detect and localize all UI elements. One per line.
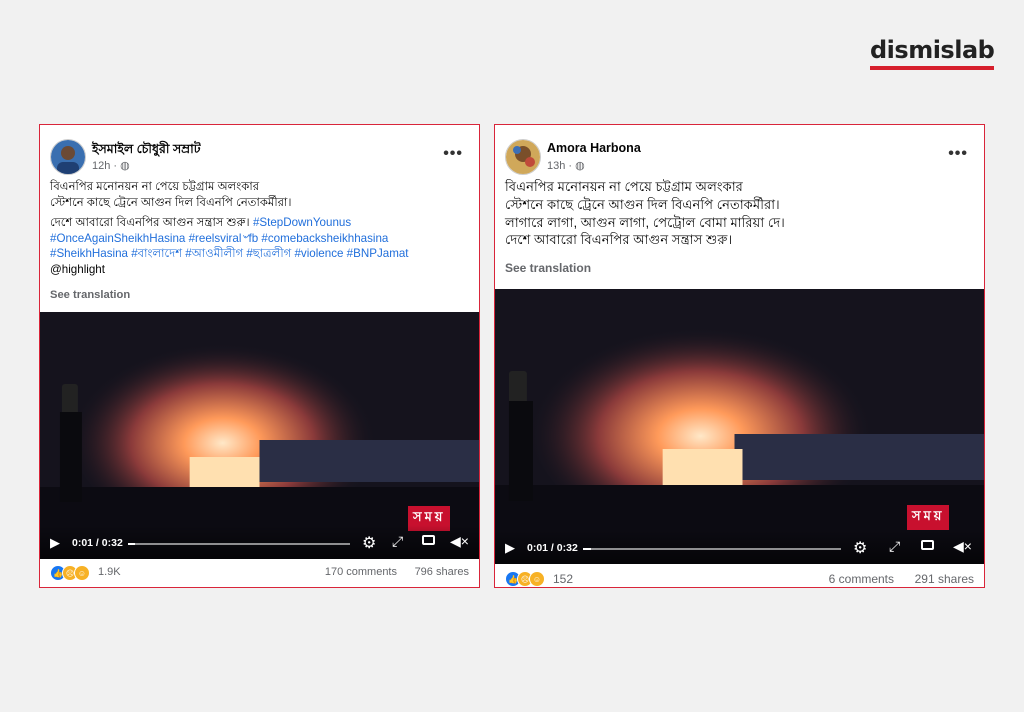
author-name[interactable]: ইসমাইল চৌধুরী সম্রাট — [92, 141, 201, 161]
reaction-count[interactable]: 1.9K — [98, 566, 121, 578]
video-progress-bar[interactable] — [128, 543, 350, 545]
shares-count[interactable]: 291 shares — [915, 572, 974, 586]
fullscreen-icon[interactable]: ⤢ — [392, 533, 403, 550]
video-time: 0:01 / 0:32 — [527, 542, 578, 554]
pip-icon[interactable] — [422, 535, 435, 545]
text-line: স্টেশনে কাছে ট্রেনে আগুন দিল বিএনপি নেতা… — [50, 195, 292, 209]
post-header: Amora Harbona 13h · ◍ ••• — [505, 139, 974, 175]
volume-icon[interactable]: ◀× — [953, 538, 972, 555]
settings-icon[interactable]: ⚙ — [853, 538, 867, 558]
haha-icon: ☺ — [529, 571, 545, 587]
time-label: 12h — [92, 160, 111, 172]
pip-icon[interactable] — [921, 540, 934, 550]
haha-icon: ☺ — [74, 565, 90, 581]
reaction-count[interactable]: 152 — [553, 572, 573, 586]
time-label: 13h — [547, 160, 566, 172]
see-translation-link[interactable]: See translation — [505, 261, 591, 275]
video-progress-fill — [128, 543, 135, 545]
globe-icon: ◍ — [575, 160, 585, 172]
text-line: বিএনপির মনোনয়ন না পেয়ে চট্টগ্রাম অলংকা… — [505, 179, 743, 194]
post-text: বিএনপির মনোনয়ন না পেয়ে চট্টগ্রাম অলংকা… — [50, 179, 469, 277]
facebook-post-1: ইসমাইল চৌধুরী সম্রাট 12h · ◍ ••• বিএনপির… — [39, 124, 480, 588]
more-options-button[interactable]: ••• — [443, 145, 463, 163]
more-options-button[interactable]: ••• — [948, 145, 968, 163]
video-player[interactable]: সময় ▶ 0:01 / 0:32 ⚙ ⤢ ◀× — [40, 312, 479, 559]
post-header: ইসমাইল চৌধুরী সম্রাট 12h · ◍ ••• — [50, 139, 469, 175]
globe-icon: ◍ — [120, 160, 130, 172]
logo-underline — [870, 66, 994, 70]
video-controls: ▶ 0:01 / 0:32 ⚙ ⤢ ◀× — [40, 525, 479, 559]
text-fragment: দেশে আবারো বিএনপির আগুন সন্ত্রাস শুরু। — [50, 216, 253, 229]
shares-count[interactable]: 796 shares — [415, 566, 469, 578]
post-text: বিএনপির মনোনয়ন না পেয়ে চট্টগ্রাম অলংকা… — [505, 178, 974, 249]
text-line: দেশে আবারো বিএনপির আগুন সন্ত্রাস শুরু। #… — [50, 215, 469, 231]
channel-watermark: সময় — [907, 505, 950, 530]
video-controls: ▶ 0:01 / 0:32 ⚙ ⤢ ◀× — [495, 530, 984, 564]
hashtag-link[interactable]: #StepDownYounus — [253, 216, 351, 229]
video-player[interactable]: সময় ▶ 0:01 / 0:32 ⚙ ⤢ ◀× — [495, 289, 984, 564]
video-progress-bar[interactable] — [583, 548, 841, 550]
post-time[interactable]: 13h · ◍ — [547, 159, 585, 172]
video-progress-fill — [583, 548, 591, 550]
mention-link[interactable]: @highlight — [50, 262, 469, 278]
video-time: 0:01 / 0:32 — [72, 537, 123, 549]
logo-text: dismislab — [870, 36, 995, 64]
play-icon[interactable]: ▶ — [50, 535, 60, 551]
volume-icon[interactable]: ◀× — [450, 533, 469, 550]
facebook-post-2: Amora Harbona 13h · ◍ ••• বিএনপির মনোনয়… — [494, 124, 985, 588]
hashtag-links[interactable]: #SheikhHasina #বাংলাদেশ #আওমীলীগ #ছাত্রল… — [50, 246, 469, 262]
settings-icon[interactable]: ⚙ — [362, 533, 376, 553]
fullscreen-icon[interactable]: ⤢ — [889, 538, 900, 555]
text-line: দেশে আবারো বিএনপির আগুন সন্ত্রাস শুরু। — [505, 232, 733, 248]
text-line: স্টেশনে কাছে ট্রেনে আগুন দিল বিএনপি নেতা… — [505, 196, 780, 212]
text-line: বিএনপির মনোনয়ন না পেয়ে চট্টগ্রাম অলংকা… — [50, 180, 260, 193]
reaction-icons[interactable]: 👍 ☹ ☺ — [505, 571, 545, 587]
play-icon[interactable]: ▶ — [505, 540, 515, 556]
dismislab-logo: dismislab — [870, 36, 995, 70]
comments-count[interactable]: 6 comments — [829, 572, 894, 586]
reaction-icons[interactable]: 👍 ☹ ☺ — [50, 565, 90, 581]
comments-count[interactable]: 170 comments — [325, 566, 397, 578]
post-time[interactable]: 12h · ◍ — [92, 159, 130, 172]
avatar[interactable] — [50, 139, 86, 175]
see-translation-link[interactable]: See translation — [50, 289, 130, 301]
hashtag-links[interactable]: #OnceAgainSheikhHasina #reelsviral৺fb #c… — [50, 231, 469, 247]
author-name[interactable]: Amora Harbona — [547, 141, 641, 155]
avatar[interactable] — [505, 139, 541, 175]
text-line: লাগারে লাগা, আগুন লাগা, পেট্রোল বোমা মার… — [505, 214, 785, 230]
